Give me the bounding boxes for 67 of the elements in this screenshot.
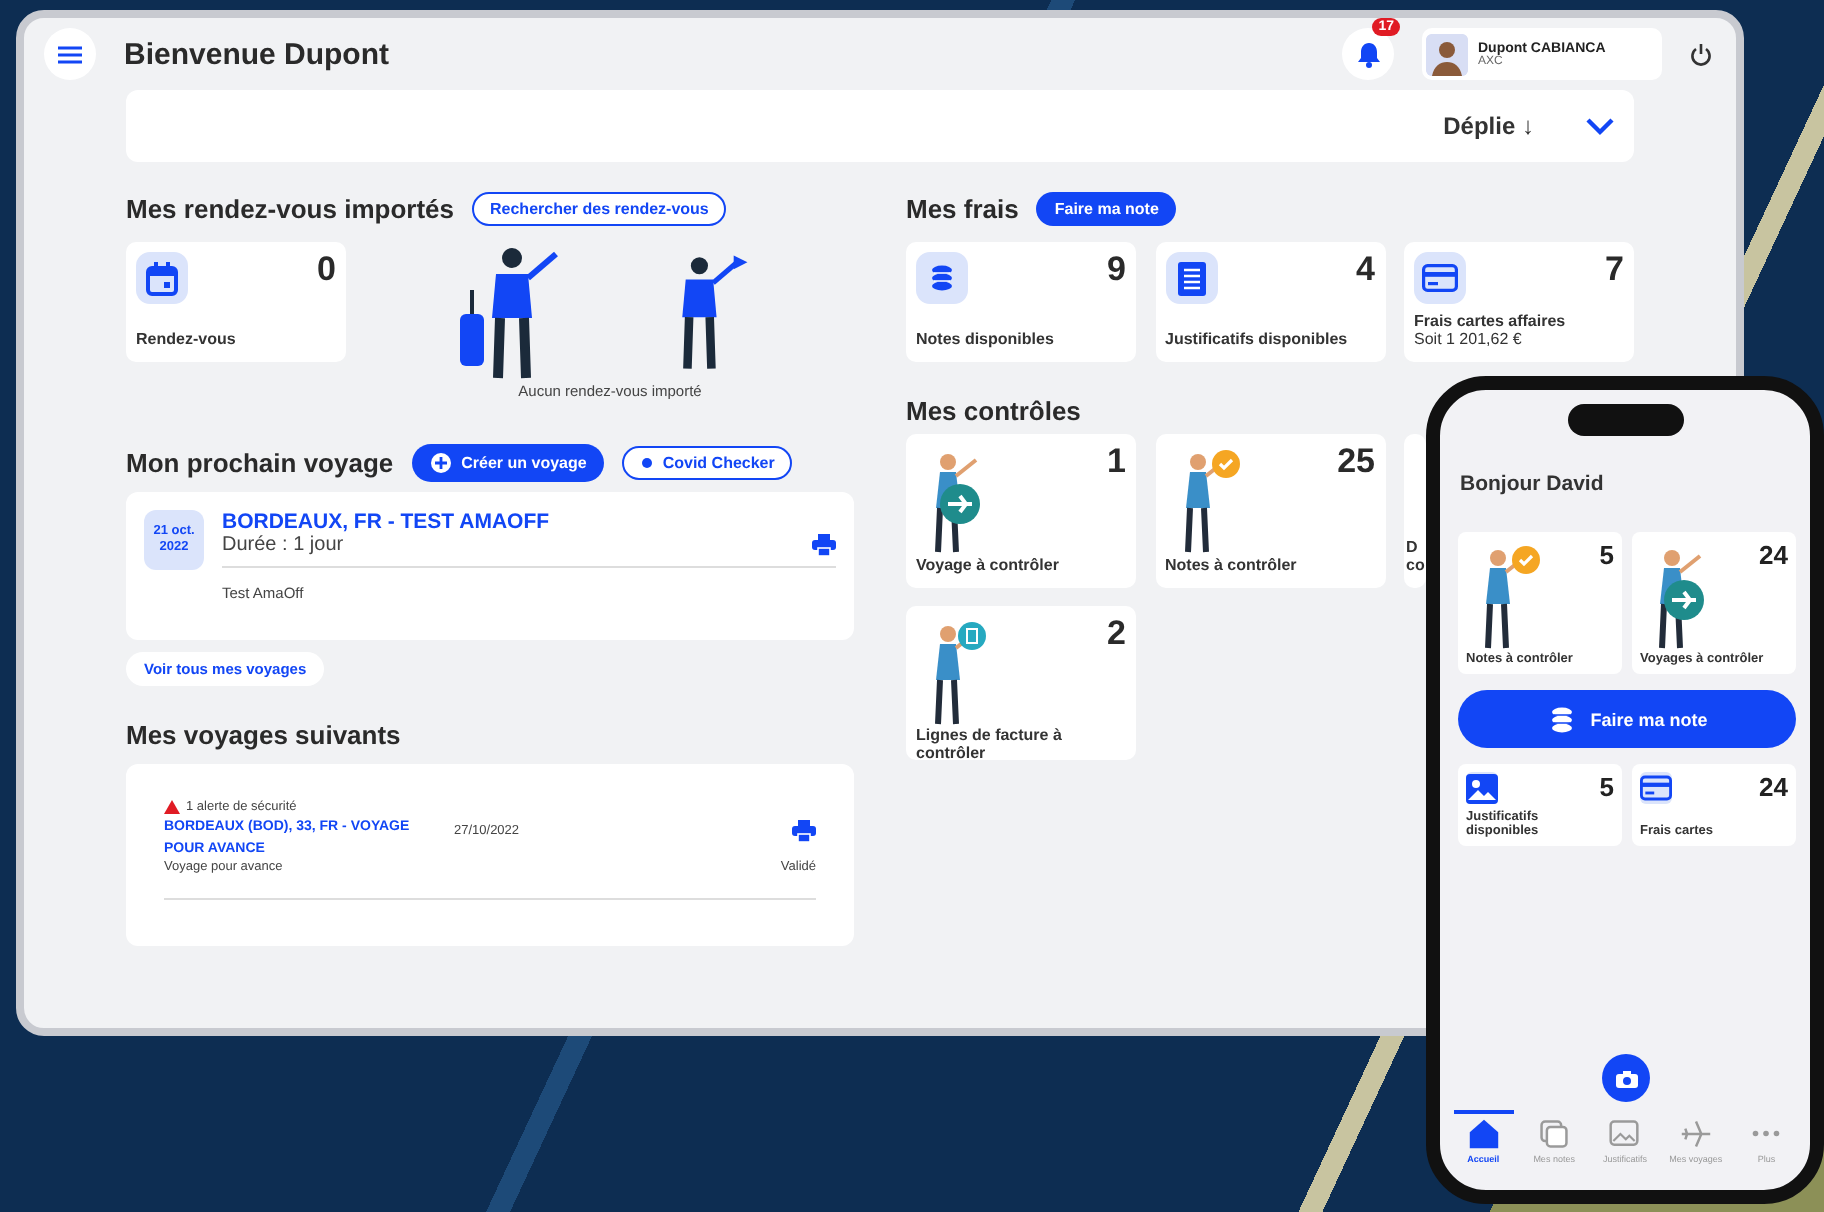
card-label: D co [1406,540,1422,576]
credit-card-icon [1640,774,1672,802]
control-card[interactable]: 1 Voyage à contrôler [906,434,1136,588]
count: 1 [1107,444,1126,478]
count: 24 [1759,540,1788,570]
calendar-icon [146,261,178,295]
covid-checker-button[interactable]: Covid Checker [622,445,793,479]
chevron-down-icon[interactable] [1586,117,1614,135]
section-title: Mes contrôles [906,395,1081,425]
bell-icon [1357,41,1379,67]
count: 24 [1759,772,1788,802]
card-label: Rendez-vous [136,332,238,350]
image-icon [1608,1118,1641,1150]
count: 0 [317,252,336,286]
card-sublabel: Soit 1 201,62 € [1414,332,1524,350]
printer-icon[interactable] [792,820,816,842]
count: 7 [1605,252,1624,286]
menu-icon [58,45,82,63]
card-label: Notes à contrôler [1165,558,1299,576]
control-card[interactable]: D co [1404,434,1426,588]
home-icon [1467,1118,1500,1150]
expand-label[interactable]: Déplie ↓ [1443,112,1534,140]
image-icon [1466,773,1498,803]
card-label: Justificatifs disponibles [1165,332,1350,350]
search-appointments-button[interactable]: Rechercher des rendez-vous [472,191,727,225]
greeting: Bonjour David [1460,472,1606,496]
camera-icon [1615,1069,1637,1087]
trip-duration: Durée : 1 jour [222,534,346,556]
card-label: Notes disponibles [916,332,1056,350]
stack-icon [1538,1118,1571,1150]
stat-card[interactable]: 4 Justificatifs disponibles [1155,242,1385,362]
power-icon[interactable] [1690,43,1712,65]
camera-button[interactable] [1602,1054,1650,1102]
create-expense-report-button[interactable]: Faire ma note [1036,191,1177,225]
trip-destination: BORDEAUX, FR - TEST AMAOFF [222,510,550,534]
card-label: Lignes de facture à contrôler [916,728,1064,764]
create-trip-button[interactable]: Créer un voyage [411,443,605,481]
coins-icon [926,262,958,294]
create-expense-report-button[interactable]: Faire ma note [1458,690,1796,748]
printer-icon[interactable] [812,534,836,556]
card-label: Voyage à contrôler [916,558,1061,576]
control-card[interactable]: 25 Notes à contrôler [1155,434,1385,588]
stat-card[interactable]: 9 Notes disponibles [906,242,1136,362]
count: 25 [1337,444,1375,478]
count: 9 [1107,252,1126,286]
menu-button[interactable] [44,28,96,80]
warning-icon [164,800,180,814]
plane-icon [1679,1118,1712,1150]
receipt-icon [1177,261,1205,295]
more-icon [1752,1130,1781,1137]
card-label: Frais cartes affaires [1414,314,1568,332]
notifications-button[interactable] [1342,28,1394,80]
count: 2 [1107,616,1126,650]
page-title: Bienvenue Dupont [124,37,392,71]
section-title: Mes rendez-vous importés [126,193,454,223]
stat-card[interactable]: 0 Rendez-vous [126,242,346,362]
count: 4 [1356,252,1375,286]
section-title: Mes voyages suivants [126,719,401,749]
count: 5 [1599,540,1614,570]
control-card[interactable]: 2 Lignes de facture à contrôler [906,606,1136,760]
credit-card-icon [1422,264,1458,292]
count: 5 [1599,772,1614,802]
section-title: Mon prochain voyage [126,447,394,477]
camera-notch [1567,404,1683,436]
plus-icon [429,451,452,473]
section-title: Mes frais [906,193,1019,223]
stat-card[interactable]: 7 Frais cartes affaires Soit 1 201,62 € [1404,242,1634,362]
